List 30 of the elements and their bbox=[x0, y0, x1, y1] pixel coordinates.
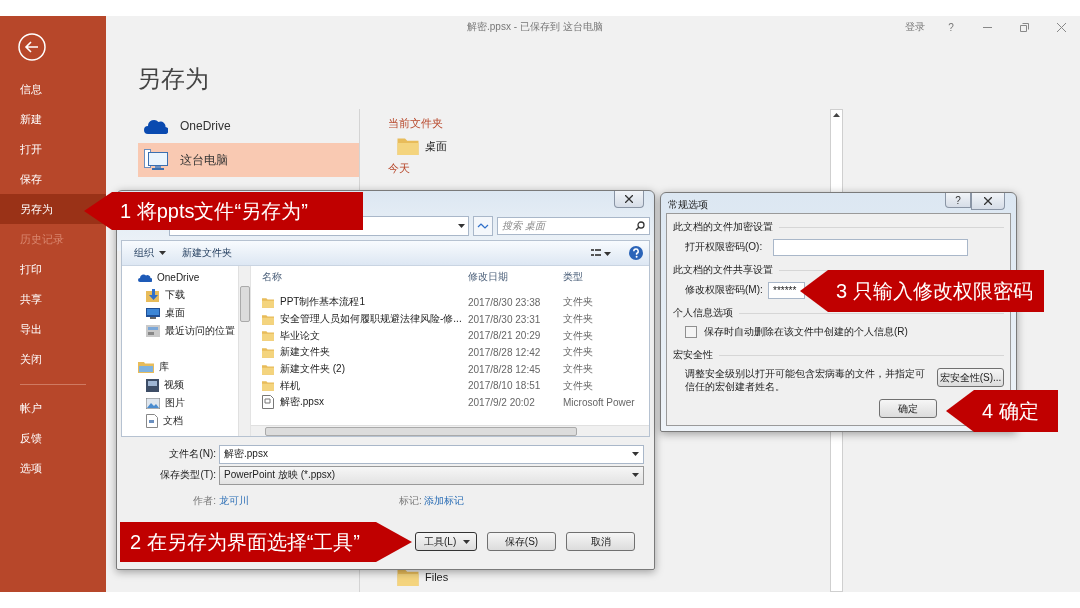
section-header: 宏安全性 bbox=[673, 348, 713, 362]
field-label: 标记: bbox=[399, 494, 422, 508]
field-label: 修改权限密码(M): bbox=[685, 283, 764, 297]
section-header: 当前文件夹 bbox=[388, 116, 444, 131]
field-label: 作者: bbox=[192, 494, 217, 508]
table-cell-text: 2017/8/30 23:38 bbox=[467, 296, 542, 308]
table-cell-text: Microsoft Power bbox=[562, 396, 636, 408]
table-cell-text: 2017/8/30 23:31 bbox=[467, 313, 542, 325]
section-header: 个人信息选项 bbox=[673, 306, 733, 320]
field-label: 打开权限密码(O): bbox=[685, 240, 764, 254]
table-cell-text: 2017/8/21 20:29 bbox=[467, 330, 542, 342]
field-label: 保存类型(T): bbox=[159, 468, 217, 482]
table-cell-text: 文件夹 bbox=[562, 328, 594, 343]
window-title: 解密.ppsx - 已保存到 这台电脑 bbox=[467, 20, 603, 34]
table-cell-text: 2017/8/28 12:45 bbox=[467, 363, 542, 375]
table-cell-text: 2017/9/2 20:02 bbox=[467, 396, 536, 408]
dialog-title: 常规选项 bbox=[668, 198, 708, 212]
page-heading: 另存为 bbox=[137, 64, 210, 94]
table-cell-text: 文件夹 bbox=[562, 295, 594, 310]
field-label: 文件名(N): bbox=[168, 447, 217, 461]
table-cell-text: 文件夹 bbox=[562, 362, 594, 377]
table-cell-text: 2017/8/28 12:42 bbox=[467, 346, 542, 358]
table-cell-text: 文件夹 bbox=[562, 312, 594, 327]
table-cell-text: 文件夹 bbox=[562, 345, 594, 360]
table-cell-text: 2017/8/10 18:51 bbox=[467, 380, 542, 392]
section-header: 此文档的文件共享设置 bbox=[673, 263, 773, 277]
table-cell-text: 文件夹 bbox=[562, 378, 594, 393]
section-header: 今天 bbox=[388, 161, 411, 176]
description-text: 调整安全级别以打开可能包含宏病毒的文件，并指定可信任的宏创建者姓名。 bbox=[685, 367, 926, 393]
section-header: 此文档的文件加密设置 bbox=[673, 220, 773, 234]
